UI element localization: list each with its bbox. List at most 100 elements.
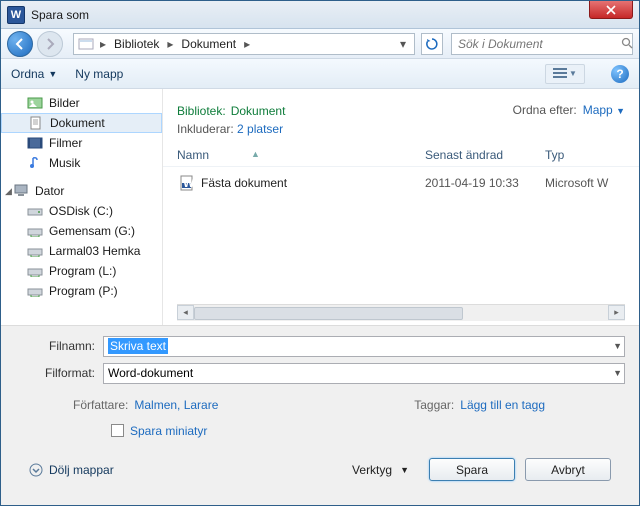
sidebar-group-computer[interactable]: ◢ Dator [1, 181, 162, 201]
drive-icon [27, 204, 43, 218]
sidebar-label: Program (P:) [49, 284, 118, 298]
network-drive-icon [27, 264, 43, 278]
close-button[interactable] [589, 1, 633, 19]
includes-link[interactable]: 2 platser [237, 122, 283, 136]
column-type[interactable]: Typ [545, 148, 625, 162]
sidebar-label: OSDisk (C:) [49, 204, 113, 218]
file-date: 2011-04-19 10:33 [425, 176, 545, 190]
back-button[interactable] [7, 31, 33, 57]
sidebar-label: Bilder [49, 96, 80, 110]
sidebar-label: Dator [35, 184, 64, 198]
toolbar: Ordna ▼ Ny mapp ▼ ? [1, 59, 639, 89]
breadcrumb[interactable]: ▸ Bibliotek ▸ Dokument ▸ ▾ [73, 33, 415, 55]
sort-label: Ordna efter: [513, 103, 577, 117]
main-pane: Bibliotek: Dokument Inkluderar: 2 platse… [163, 89, 639, 325]
refresh-button[interactable] [421, 33, 443, 55]
cancel-button[interactable]: Avbryt [525, 458, 611, 481]
horizontal-scrollbar[interactable]: ◂ ▸ [177, 304, 625, 321]
sidebar-item-drive-g[interactable]: Gemensam (G:) [1, 221, 162, 241]
organize-button[interactable]: Ordna ▼ [11, 67, 57, 81]
tags-label: Taggar: [414, 398, 454, 412]
videos-icon [27, 136, 43, 150]
svg-text:W: W [183, 176, 195, 190]
sidebar-item-drive-c[interactable]: OSDisk (C:) [1, 201, 162, 221]
sidebar-item-pictures[interactable]: Bilder [1, 93, 162, 113]
chevron-down-icon: ▼ [569, 69, 577, 78]
sort-indicator-icon: ▲ [251, 149, 260, 163]
arrow-left-icon [13, 37, 27, 51]
organize-label: Ordna [11, 67, 44, 81]
location-header: Bibliotek: Dokument Inkluderar: 2 platse… [163, 89, 639, 142]
sidebar-item-documents[interactable]: Dokument [1, 113, 162, 133]
word-doc-icon: W [177, 175, 197, 191]
save-as-dialog: W Spara som ▸ Bibliotek ▸ Dokument ▸ ▾ [0, 0, 640, 506]
format-field[interactable]: Word-dokument ▼ [103, 363, 625, 384]
sidebar-item-drive-p[interactable]: Program (P:) [1, 281, 162, 301]
column-date[interactable]: Senast ändrad [425, 148, 545, 162]
chevron-right-icon[interactable]: ▸ [96, 37, 110, 51]
sort-dropdown[interactable]: Mapp ▼ [583, 103, 625, 117]
sidebar-label: Larmal03 Hemka [49, 244, 140, 258]
chevron-right-icon[interactable]: ▸ [163, 37, 177, 51]
save-button[interactable]: Spara [429, 458, 515, 481]
sidebar-label: Filmer [49, 136, 82, 150]
documents-icon [28, 116, 44, 130]
column-label: Namn [177, 148, 209, 162]
filename-value[interactable]: Skriva text [108, 338, 168, 354]
new-folder-button[interactable]: Ny mapp [75, 67, 123, 81]
sidebar-item-drive-home[interactable]: Larmal03 Hemka [1, 241, 162, 261]
hide-folders-button[interactable]: Dölj mappar [29, 463, 114, 477]
folder-icon [78, 37, 94, 51]
search-icon [621, 37, 634, 50]
close-icon [606, 5, 616, 15]
breadcrumb-dropdown[interactable]: ▾ [396, 37, 410, 51]
file-row[interactable]: W Fästa dokument 2011-04-19 10:33 Micros… [163, 171, 639, 195]
scroll-right-button[interactable]: ▸ [608, 305, 625, 320]
sidebar-item-videos[interactable]: Filmer [1, 133, 162, 153]
breadcrumb-root[interactable]: Bibliotek [112, 37, 161, 51]
save-form: Filnamn: Skriva text ▼ Filformat: Word-d… [1, 325, 639, 506]
forward-button [37, 31, 63, 57]
tags-value[interactable]: Lägg till en tagg [460, 398, 545, 412]
metadata-row: Författare: Malmen, Larare Taggar: Lägg … [15, 390, 625, 414]
hide-folders-label: Dölj mappar [49, 463, 114, 477]
help-button[interactable]: ? [611, 65, 629, 83]
filename-field[interactable]: Skriva text ▼ [103, 336, 625, 357]
chevron-right-icon[interactable]: ▸ [240, 37, 254, 51]
scroll-thumb[interactable] [194, 307, 463, 320]
sidebar: Bilder Dokument Filmer Musik ◢ Dator [1, 89, 163, 325]
format-value: Word-dokument [108, 366, 193, 380]
view-button[interactable]: ▼ [545, 64, 585, 84]
save-thumbnail-checkbox[interactable]: Spara miniatyr [111, 424, 207, 438]
chevron-down-icon: ▼ [400, 465, 409, 475]
chevron-down-icon[interactable]: ▼ [613, 368, 622, 378]
network-drive-icon [27, 244, 43, 258]
body: Bilder Dokument Filmer Musik ◢ Dator [1, 89, 639, 325]
expand-icon[interactable]: ◢ [5, 186, 12, 197]
sort-value: Mapp [583, 103, 613, 117]
column-name[interactable]: Namn ▲ [177, 148, 425, 162]
sidebar-item-drive-l[interactable]: Program (L:) [1, 261, 162, 281]
new-folder-label: Ny mapp [75, 67, 123, 81]
scroll-left-button[interactable]: ◂ [177, 305, 194, 320]
tools-label: Verktyg [352, 463, 392, 477]
titlebar: W Spara som [1, 1, 639, 29]
sidebar-item-music[interactable]: Musik [1, 153, 162, 173]
chevron-down-icon: ▼ [48, 69, 57, 79]
location-name: Dokument [231, 104, 286, 118]
chevron-down-icon: ▼ [616, 106, 625, 116]
search-box[interactable] [451, 33, 633, 55]
filename-label: Filnamn: [15, 339, 103, 353]
chevron-down-icon[interactable]: ▼ [613, 341, 622, 351]
breadcrumb-current[interactable]: Dokument [179, 37, 238, 51]
checkbox-box [111, 424, 124, 437]
navbar: ▸ Bibliotek ▸ Dokument ▸ ▾ [1, 29, 639, 59]
file-name: Fästa dokument [197, 176, 425, 190]
music-icon [27, 156, 43, 170]
window-title: Spara som [31, 8, 89, 22]
search-input[interactable] [452, 37, 621, 51]
filename-input[interactable] [168, 339, 620, 353]
sidebar-label: Dokument [50, 116, 105, 130]
tools-dropdown[interactable]: Verktyg ▼ [352, 463, 409, 477]
author-value[interactable]: Malmen, Larare [134, 398, 218, 412]
